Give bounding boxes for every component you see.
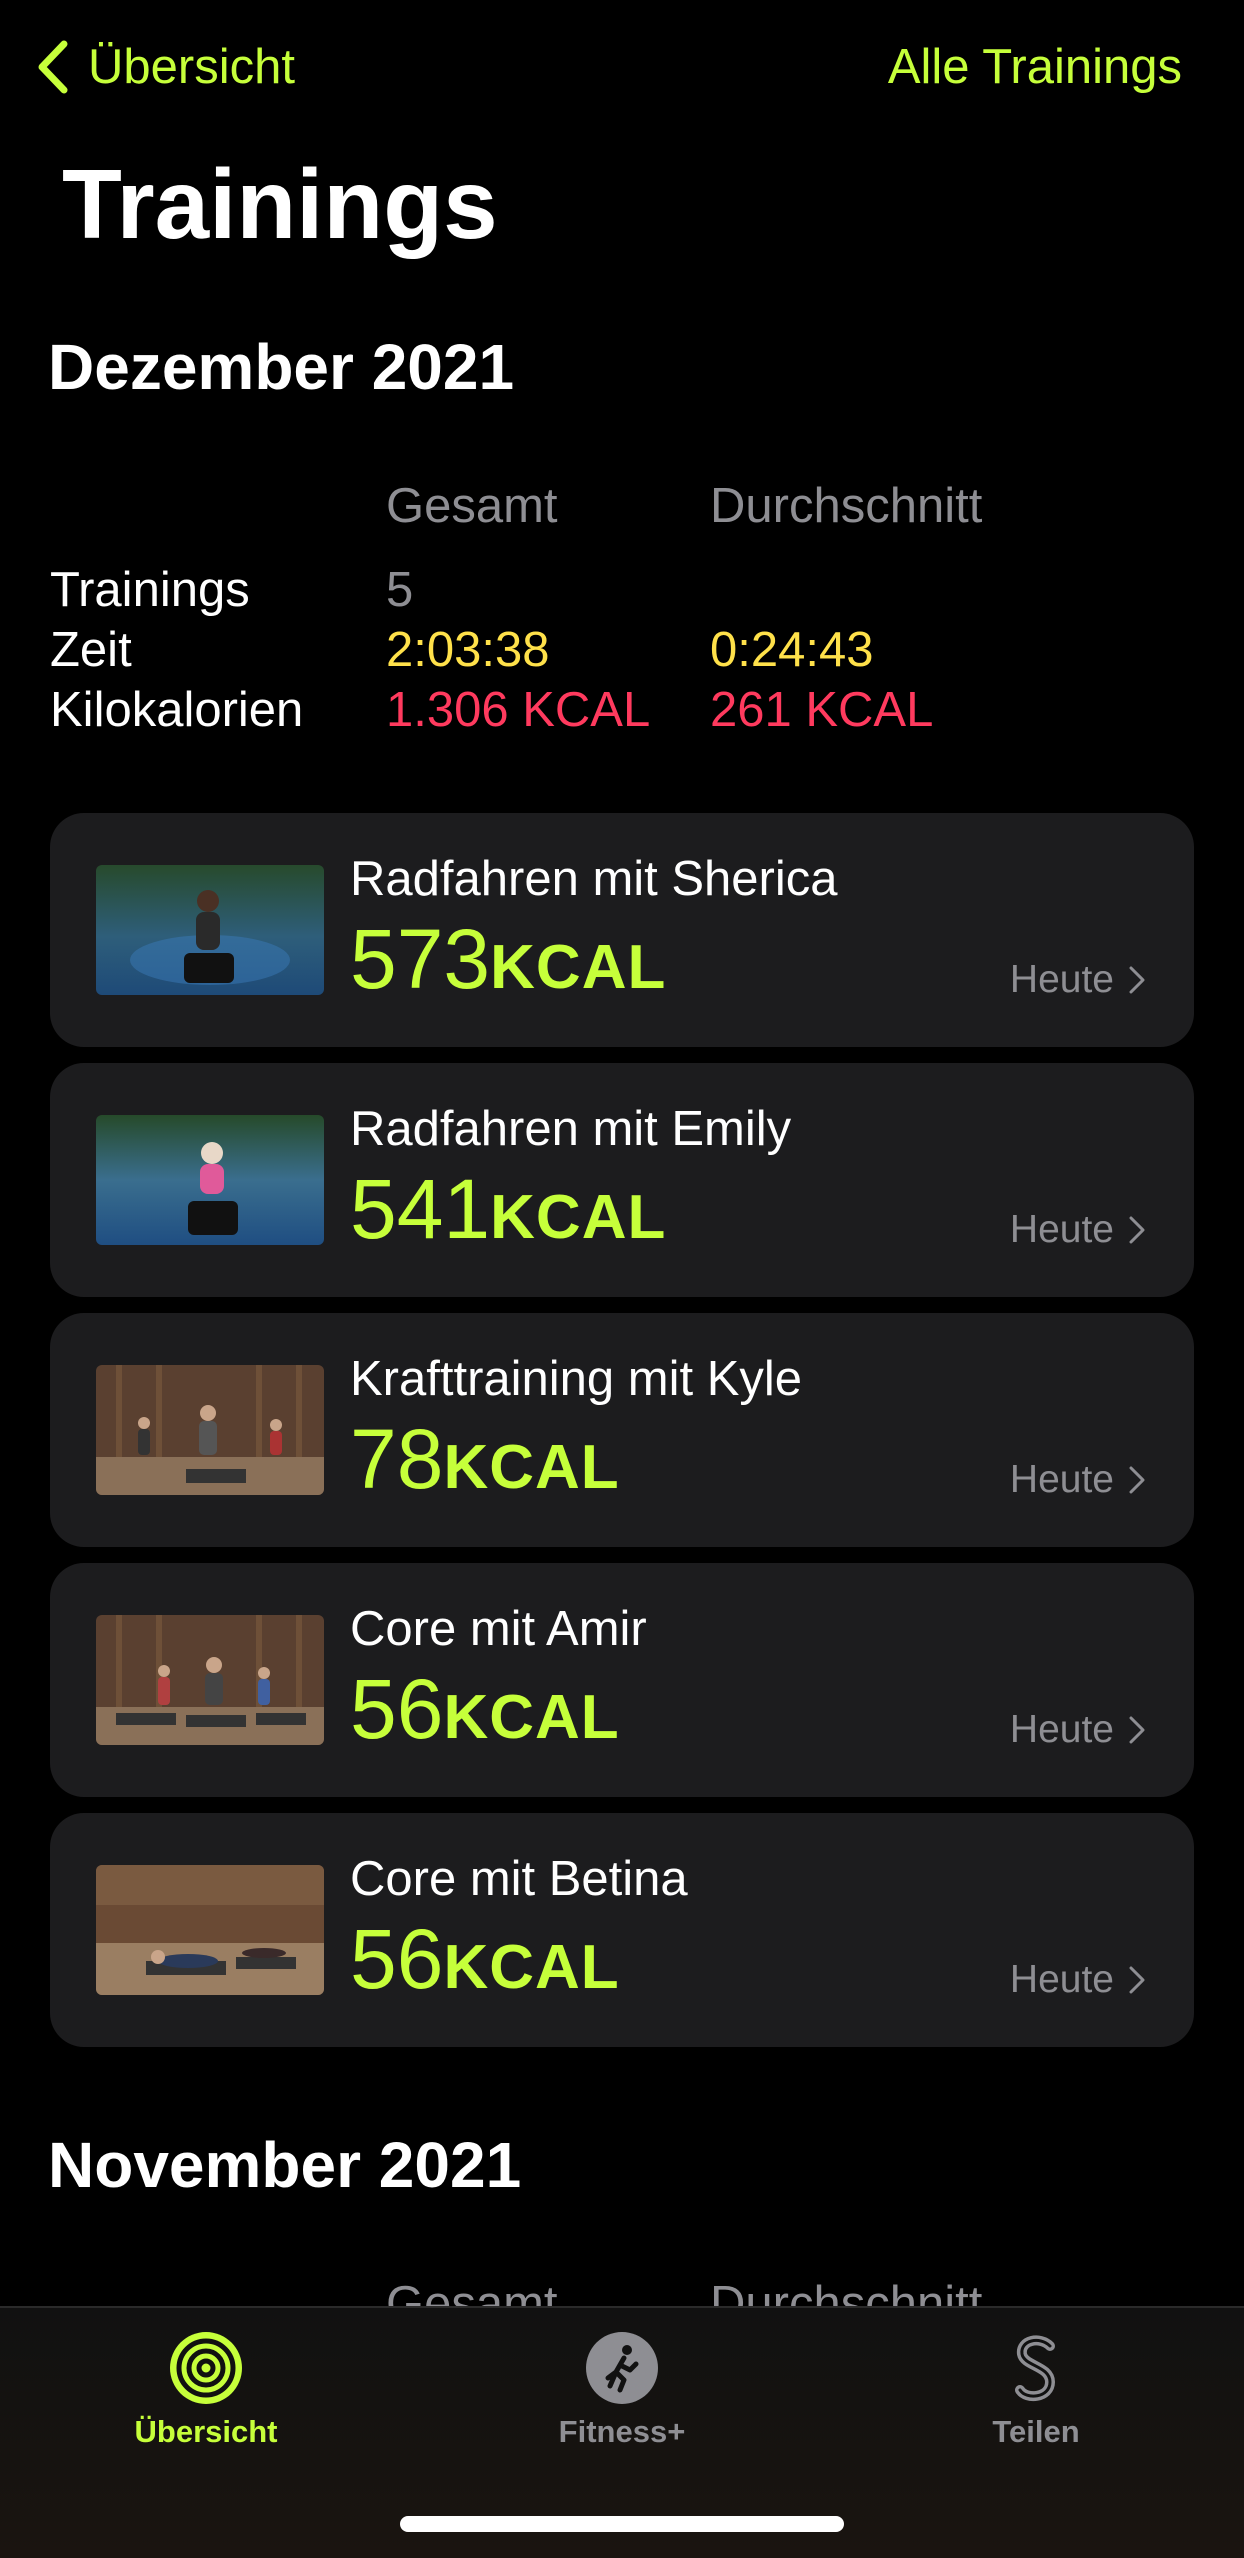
workout-thumbnail <box>96 865 324 995</box>
workout-card[interactable]: Radfahren mit Sherica 573KCAL Heute <box>50 813 1194 1047</box>
workout-calories-unit: KCAL <box>490 933 667 1002</box>
workout-calories: 56KCAL <box>350 1917 620 2001</box>
stats-header-average: Durchschnitt <box>710 479 983 533</box>
workout-date-label: Heute <box>1009 1958 1114 2001</box>
workout-card[interactable]: Radfahren mit Emily 541KCAL Heute <box>50 1063 1194 1297</box>
tab-overview[interactable]: Übersicht <box>76 2332 336 2482</box>
stat-average-calories: 261 KCAL <box>710 683 934 737</box>
stat-label-calories: Kilokalorien <box>50 683 304 737</box>
tab-label: Übersicht <box>134 2414 278 2449</box>
stats-header-total: Gesamt <box>386 479 558 533</box>
chevron-right-icon <box>1129 1466 1145 1494</box>
stat-total-calories: 1.306 KCAL <box>386 683 651 737</box>
workout-thumbnail <box>96 1615 324 1745</box>
workout-date-label: Heute <box>1009 958 1114 1001</box>
workout-thumbnail <box>96 1865 324 1995</box>
workout-calories-value: 573 <box>350 912 491 1006</box>
workout-title: Radfahren mit Emily <box>350 1102 792 1156</box>
tab-fitness-plus[interactable]: Fitness+ <box>492 2332 752 2482</box>
tab-sharing[interactable]: Teilen <box>906 2332 1166 2482</box>
workout-date-label: Heute <box>1009 1208 1114 1251</box>
stat-label-trainings: Trainings <box>50 563 250 617</box>
workout-thumbnail <box>96 1365 324 1495</box>
workout-calories-value: 78 <box>350 1412 444 1506</box>
workout-calories-unit: KCAL <box>443 1933 620 2002</box>
home-indicator[interactable] <box>400 2516 844 2532</box>
workout-title: Radfahren mit Sherica <box>350 852 838 906</box>
workout-title: Core mit Betina <box>350 1852 688 1906</box>
workout-calories-value: 56 <box>350 1912 444 2006</box>
page-title: Trainings <box>62 149 498 259</box>
back-button-label: Übersicht <box>88 40 295 94</box>
workout-date: Heute <box>1010 955 1146 1005</box>
workout-date-label: Heute <box>1009 1458 1114 1501</box>
stat-total-time: 2:03:38 <box>386 623 550 677</box>
back-button[interactable]: Übersicht <box>36 34 295 100</box>
workout-calories-unit: KCAL <box>443 1683 620 1752</box>
tab-label: Teilen <box>992 2414 1080 2449</box>
workout-calories: 541KCAL <box>350 1167 666 1251</box>
workout-card[interactable]: Krafttraining mit Kyle 78KCAL Heute <box>50 1313 1194 1547</box>
activity-rings-icon <box>170 2332 242 2404</box>
all-workouts-button[interactable]: Alle Trainings <box>888 34 1182 100</box>
workout-card[interactable]: Core mit Betina 56KCAL Heute <box>50 1813 1194 2047</box>
chevron-right-icon <box>1129 1966 1145 1994</box>
stat-average-time: 0:24:43 <box>710 623 874 677</box>
workout-calories-unit: KCAL <box>443 1433 620 1502</box>
workout-calories: 56KCAL <box>350 1667 620 1751</box>
tab-label: Fitness+ <box>558 2414 686 2449</box>
chevron-right-icon <box>1129 1216 1145 1244</box>
stat-label-time: Zeit <box>50 623 132 677</box>
workout-title: Krafttraining mit Kyle <box>350 1352 803 1406</box>
workout-calories-value: 541 <box>350 1162 491 1256</box>
workout-card[interactable]: Core mit Amir 56KCAL Heute <box>50 1563 1194 1797</box>
stat-total-trainings: 5 <box>386 563 414 617</box>
chevron-right-icon <box>1129 1716 1145 1744</box>
workout-calories: 78KCAL <box>350 1417 620 1501</box>
workout-calories-unit: KCAL <box>490 1183 667 1252</box>
month-title: November 2021 <box>48 2129 522 2201</box>
workout-thumbnail <box>96 1115 324 1245</box>
runner-icon <box>586 2332 658 2404</box>
workout-date-label: Heute <box>1009 1708 1114 1751</box>
chevron-right-icon <box>1129 966 1145 994</box>
sharing-icon <box>1015 2335 1056 2402</box>
workout-title: Core mit Amir <box>350 1602 647 1656</box>
month-title: Dezember 2021 <box>48 331 515 403</box>
workout-date: Heute <box>1010 1205 1146 1255</box>
workout-date: Heute <box>1010 1955 1146 2005</box>
workout-date: Heute <box>1010 1455 1146 1505</box>
chevron-left-icon <box>38 40 68 94</box>
workout-date: Heute <box>1010 1705 1146 1755</box>
workout-calories: 573KCAL <box>350 917 666 1001</box>
workout-calories-value: 56 <box>350 1662 444 1756</box>
workouts-screen: Übersicht Alle Trainings Trainings Dezem… <box>0 0 1244 2558</box>
